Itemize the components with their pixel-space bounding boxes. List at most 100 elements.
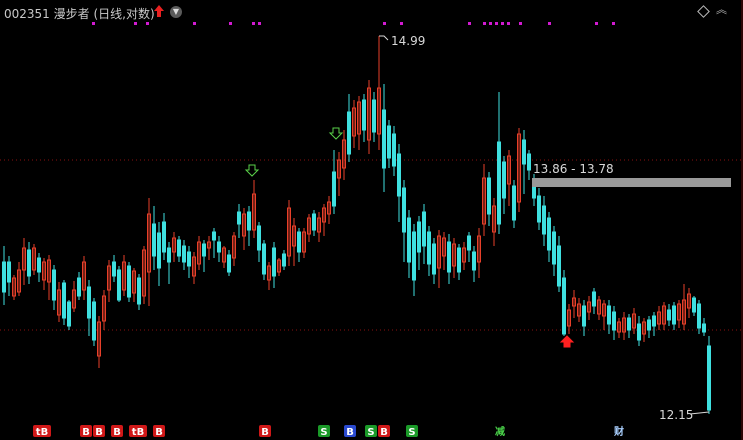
candle-body-139	[697, 303, 701, 329]
signal-badge-label: S	[408, 427, 415, 438]
candle-body-1	[7, 261, 11, 283]
signal-badge-label: 减	[495, 425, 505, 438]
candle-body-83	[417, 221, 421, 253]
top-marker-2	[146, 22, 149, 25]
candle-body-89	[447, 241, 451, 273]
candle-body-94	[472, 251, 476, 271]
candle-body-79	[397, 153, 401, 197]
candle-body-33	[167, 247, 171, 263]
signal-badge-label: B	[380, 427, 388, 438]
signal-badge-label: B	[95, 427, 103, 438]
top-marker-3	[193, 22, 196, 25]
signal-badge-finance[interactable]: 财	[613, 425, 625, 438]
signal-badge-sell[interactable]: S	[365, 425, 377, 438]
candle-body-108	[542, 205, 546, 235]
collapse-icon[interactable]: ︽	[716, 4, 727, 15]
candle-body-18	[92, 301, 96, 341]
candle-body-51	[257, 225, 261, 251]
top-marker-5	[252, 22, 255, 25]
candle-body-130	[652, 315, 656, 327]
signal-badge-label: B	[82, 427, 90, 438]
signal-badge-label: B	[346, 427, 354, 438]
signal-badge-buy[interactable]: B	[378, 425, 390, 438]
signal-badge-label: tB	[132, 427, 144, 438]
signal-badge-label: tB	[36, 427, 48, 438]
candle-body-84	[422, 211, 426, 247]
candle-body-40	[202, 243, 206, 257]
low-price-label: 12.15	[659, 408, 694, 422]
candle-body-133	[667, 309, 671, 321]
signal-badge-label: S	[320, 427, 327, 438]
top-marker-6	[258, 22, 261, 25]
candle-body-125	[627, 317, 631, 331]
candle-body-5	[27, 249, 31, 277]
top-marker-1	[134, 22, 137, 25]
chevron-down-icon[interactable]: ▼	[170, 6, 182, 18]
signal-badge-buy[interactable]: B	[93, 425, 105, 438]
red-up-arrow-icon[interactable]	[153, 4, 165, 18]
signal-badge-buy[interactable]: tB	[129, 425, 147, 438]
top-marker-17	[595, 22, 598, 25]
candle-body-13	[67, 301, 71, 327]
signal-badge-buy[interactable]: B	[111, 425, 123, 438]
top-marker-14	[507, 22, 510, 25]
stock-title: 002351 漫步者 (日线,对数)	[4, 5, 155, 22]
top-marker-7	[383, 22, 386, 25]
signal-badge-buy[interactable]: B	[259, 425, 271, 438]
signal-badge-label: B	[261, 427, 269, 438]
signal-badge-sell[interactable]: S	[406, 425, 418, 438]
signal-badge-sell[interactable]: S	[318, 425, 330, 438]
green-down-arrow-icon	[244, 164, 260, 177]
candle-body-138	[692, 297, 696, 313]
candle-body-102	[512, 185, 516, 221]
top-marker-12	[495, 22, 498, 25]
signal-badge-buy[interactable]: tB	[33, 425, 51, 438]
top-marker-4	[229, 22, 232, 25]
candle-body-22	[112, 261, 116, 277]
candle-body-77	[387, 125, 391, 159]
candle-body-45	[227, 254, 231, 273]
candle-body-112	[562, 277, 566, 335]
candle-body-0	[2, 261, 6, 293]
chart-header: 002351 漫步者 (日线,对数) ▼ ︽	[0, 0, 743, 22]
top-marker-9	[468, 22, 471, 25]
stock-name: 漫步者	[53, 7, 90, 21]
candlestick-chart[interactable]: tB B B BtB B B S B S B S 减财	[0, 0, 743, 440]
candle-body-104	[522, 139, 526, 165]
candle-body-25	[127, 265, 131, 298]
signal-badge-label: B	[113, 427, 121, 438]
candle-body-85	[427, 231, 431, 265]
candle-body-116	[582, 305, 586, 327]
signal-badge-reduce[interactable]: 减	[494, 425, 506, 438]
candle-body-76	[382, 109, 386, 169]
price-range-label: 13.86 - 13.78	[533, 162, 614, 176]
signal-badge-blue[interactable]: B	[344, 425, 356, 438]
candle-body-82	[412, 231, 416, 281]
signal-badge-label: B	[155, 427, 163, 438]
signal-badge-label: 财	[613, 425, 624, 438]
candle-body-12	[62, 282, 66, 319]
red-up-arrow-icon	[559, 335, 575, 348]
diamond-control-icon[interactable]	[697, 5, 710, 18]
top-marker-15	[519, 22, 522, 25]
candle-body-109	[547, 217, 551, 251]
candle-body-36	[182, 245, 186, 263]
candle-body-72	[362, 99, 366, 131]
candle-body-54	[272, 247, 276, 277]
top-marker-18	[612, 22, 615, 25]
candle-body-74	[372, 99, 376, 133]
signal-badge-buy[interactable]: B	[80, 425, 92, 438]
candle-body-118	[592, 291, 596, 307]
candle-body-17	[87, 286, 91, 319]
candle-body-91	[457, 247, 461, 273]
candle-body-15	[77, 277, 81, 297]
candle-body-78	[392, 133, 396, 167]
candle-body-31	[157, 232, 161, 269]
candle-body-52	[262, 243, 266, 275]
green-down-arrow-icon	[328, 127, 344, 140]
candle-body-30	[152, 223, 156, 257]
signal-badge-buy[interactable]: B	[153, 425, 165, 438]
candle-body-10	[52, 269, 56, 301]
candle-body-69	[347, 111, 351, 155]
candle-body-122	[612, 311, 616, 331]
